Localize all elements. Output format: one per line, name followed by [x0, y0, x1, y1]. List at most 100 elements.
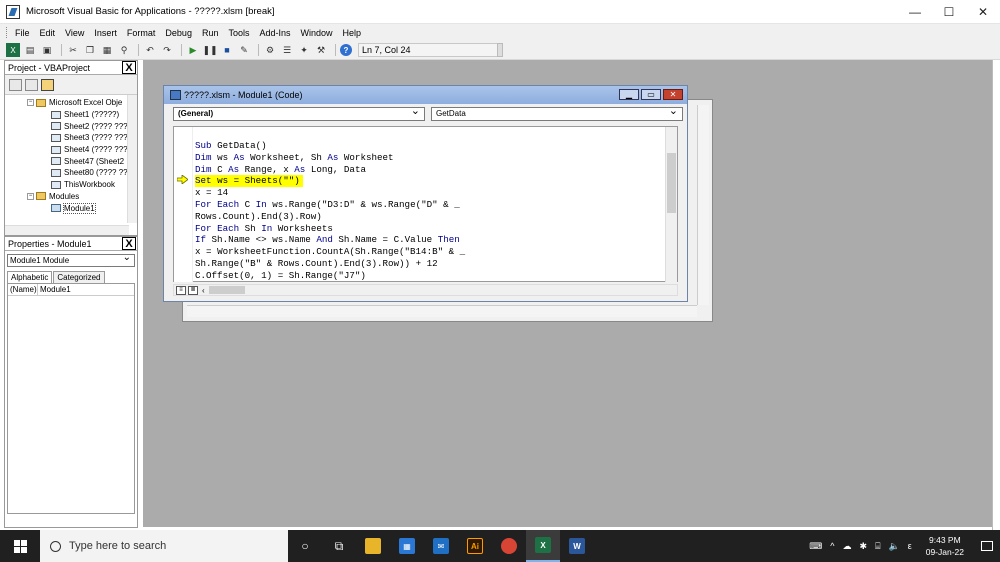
menu-run[interactable]: Run: [202, 28, 219, 38]
code-line[interactable]: x = WorksheetFunction.CountA(Sh.Range("B…: [195, 246, 465, 258]
show-hidden-icons-icon[interactable]: ^: [830, 541, 834, 551]
menu-window[interactable]: Window: [301, 28, 333, 38]
toolbox-icon[interactable]: ⚒: [314, 43, 328, 57]
properties-close-button[interactable]: X: [122, 237, 136, 250]
object-browser-icon[interactable]: ✦: [297, 43, 311, 57]
word-icon[interactable]: W: [560, 530, 594, 562]
tree-item[interactable]: Sheet2 (???? ???: [5, 120, 137, 132]
volume-icon[interactable]: 🔈: [888, 541, 899, 552]
project-explorer-close-button[interactable]: X: [122, 61, 136, 74]
file-explorer-icon[interactable]: [356, 530, 390, 562]
menu-tools[interactable]: Tools: [228, 28, 249, 38]
copy-icon[interactable]: ❐: [83, 43, 97, 57]
code-line[interactable]: For Each Sh In Worksheets: [195, 223, 465, 235]
menu-format[interactable]: Format: [127, 28, 156, 38]
tree-item[interactable]: Sheet80 (???? ??: [5, 167, 137, 179]
project-tree-vscroll[interactable]: [127, 95, 137, 223]
tree-item[interactable]: Sheet1 (?????): [5, 109, 137, 121]
tab-categorized[interactable]: Categorized: [53, 271, 105, 283]
keyboard-icon[interactable]: ⌨: [809, 541, 822, 552]
code-line[interactable]: Sh.Range("B" & Rows.Count).End(3).Row)) …: [195, 258, 465, 270]
view-code-icon[interactable]: [9, 78, 22, 91]
background-window-vscroll[interactable]: [697, 105, 709, 305]
notification-icon[interactable]: [974, 530, 1000, 562]
mail-icon[interactable]: ✉: [424, 530, 458, 562]
code-line[interactable]: C.Offset(0, 1) = Sh.Range("J7"): [195, 270, 465, 282]
code-editor[interactable]: Sub GetData() Dim ws As Worksheet, Sh As …: [173, 126, 678, 282]
view-excel-icon[interactable]: X: [6, 43, 20, 57]
menu-add-ins[interactable]: Add-Ins: [259, 28, 290, 38]
taskbar-search[interactable]: Type here to search: [40, 530, 288, 562]
menu-file[interactable]: File: [15, 28, 30, 38]
menu-help[interactable]: Help: [343, 28, 362, 38]
toolbar-options-dropdown[interactable]: [497, 43, 503, 57]
menu-debug[interactable]: Debug: [165, 28, 192, 38]
full-module-view-icon[interactable]: ≣: [188, 285, 198, 295]
redo-icon[interactable]: ↷: [160, 43, 174, 57]
undo-icon[interactable]: ↶: [143, 43, 157, 57]
code-line[interactable]: For Each C In ws.Range("D3:D" & ws.Range…: [195, 199, 465, 211]
code-line[interactable]: Dim ws As Worksheet, Sh As Worksheet: [195, 152, 465, 164]
code-vscroll[interactable]: [665, 127, 677, 282]
paste-icon[interactable]: ▦: [100, 43, 114, 57]
tree-item[interactable]: Sheet4 (???? ???: [5, 144, 137, 156]
object-combo[interactable]: (General): [173, 105, 425, 121]
code-close-button[interactable]: ✕: [663, 89, 683, 100]
cortana-icon[interactable]: ○: [288, 530, 322, 562]
code-line[interactable]: Dim C As Range, x As Long, Data: [195, 164, 465, 176]
menu-grip[interactable]: [6, 27, 9, 38]
help-icon[interactable]: ?: [340, 44, 352, 56]
code-line[interactable]: Set ws = Sheets(""): [195, 175, 465, 188]
code-hscroll[interactable]: ≡ ≣ ‹: [173, 284, 678, 296]
run-icon[interactable]: ▶: [186, 43, 200, 57]
code-line[interactable]: Rows.Count).End(3).Row): [195, 211, 465, 223]
reset-icon[interactable]: ■: [220, 43, 234, 57]
menu-view[interactable]: View: [65, 28, 84, 38]
background-window-hscroll[interactable]: [187, 305, 697, 317]
tree-item[interactable]: ThisWorkbook: [5, 179, 137, 191]
clock[interactable]: 9:43 PM 09-Jan-22: [926, 534, 964, 558]
tree-item[interactable]: − Microsoft Excel Obje: [5, 97, 137, 109]
property-row[interactable]: (Name) Module1: [8, 284, 134, 296]
start-button[interactable]: [0, 530, 40, 562]
view-object-icon[interactable]: [25, 78, 38, 91]
code-margin[interactable]: [174, 127, 193, 282]
cut-icon[interactable]: ✂: [66, 43, 80, 57]
close-button[interactable]: ✕: [966, 0, 1000, 24]
maximize-button[interactable]: ☐: [932, 0, 966, 24]
design-mode-icon[interactable]: ✎: [237, 43, 251, 57]
bluetooth-icon[interactable]: ✱: [860, 541, 868, 552]
code-line[interactable]: x = 14: [195, 187, 465, 199]
onedrive-icon[interactable]: ☁: [843, 541, 852, 552]
menu-edit[interactable]: Edit: [40, 28, 56, 38]
menu-insert[interactable]: Insert: [94, 28, 117, 38]
procedure-combo[interactable]: GetData: [431, 105, 683, 121]
illustrator-icon[interactable]: Ai: [458, 530, 492, 562]
excel-icon[interactable]: X: [526, 530, 560, 562]
code-line[interactable]: Sub GetData(): [195, 140, 465, 152]
code-minimize-button[interactable]: ▁: [619, 89, 639, 100]
tree-item-module1[interactable]: Module1: [5, 202, 137, 214]
property-value[interactable]: Module1: [38, 284, 71, 295]
chrome-icon[interactable]: [492, 530, 526, 562]
code-line[interactable]: If Sh.Name <> ws.Name And Sh.Name = C.Va…: [195, 234, 465, 246]
code-window-titlebar[interactable]: ?????.xlsm - Module1 (Code) ▁ ▭ ✕: [164, 86, 687, 104]
tree-item[interactable]: Sheet47 (Sheet2: [5, 155, 137, 167]
tree-item[interactable]: − Modules: [5, 191, 137, 203]
collapse-icon[interactable]: −: [27, 99, 34, 107]
code-hscroll-thumb[interactable]: [208, 286, 245, 294]
project-explorer-icon[interactable]: ⚙: [263, 43, 277, 57]
network-icon[interactable]: ⌸: [875, 541, 880, 552]
properties-object-select[interactable]: Module1 Module: [7, 252, 135, 267]
tree-item[interactable]: Sheet3 (???? ???: [5, 132, 137, 144]
language-indicator[interactable]: ε: [908, 541, 912, 551]
project-tree-hscroll[interactable]: [5, 225, 129, 235]
find-icon[interactable]: ⚲: [117, 43, 131, 57]
tab-alphabetic[interactable]: Alphabetic: [7, 271, 53, 283]
save-icon[interactable]: ▣: [40, 43, 54, 57]
minimize-button[interactable]: —: [898, 0, 932, 24]
code-maximize-button[interactable]: ▭: [641, 89, 661, 100]
properties-window-icon[interactable]: ☰: [280, 43, 294, 57]
scroll-left-icon[interactable]: ‹: [202, 286, 205, 295]
procedure-view-icon[interactable]: ≡: [176, 285, 186, 295]
